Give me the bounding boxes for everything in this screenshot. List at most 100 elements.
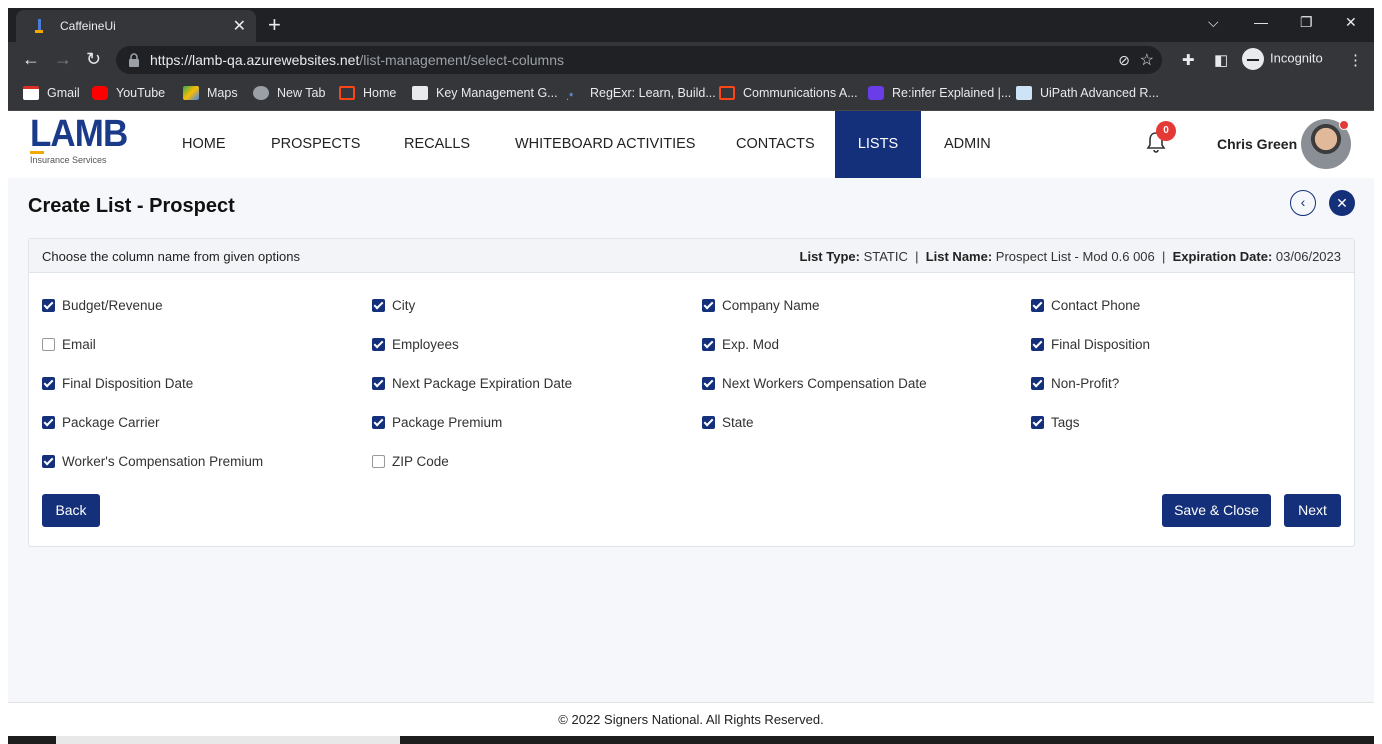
column-checkbox-label: Package Premium	[392, 415, 503, 430]
bookmark-uipath-advanced[interactable]: UiPath Advanced R...	[1016, 86, 1159, 100]
bookmark-label: YouTube	[116, 86, 166, 100]
incognito-indicator[interactable]: Incognito	[1242, 48, 1323, 70]
checkbox-checked-icon[interactable]	[372, 416, 385, 429]
column-checkbox-item[interactable]: Next Workers Compensation Date	[702, 376, 927, 391]
reload-icon[interactable]: ↻	[86, 50, 101, 68]
column-checkbox-label: Final Disposition Date	[62, 376, 194, 391]
incognito-label: Incognito	[1270, 50, 1323, 66]
reinfer-icon	[868, 86, 884, 100]
close-tab-icon[interactable]: ✕	[233, 16, 246, 36]
close-circle-button[interactable]: ✕	[1329, 190, 1355, 216]
bookmark-maps[interactable]: Maps	[183, 86, 238, 100]
url-text: https://lamb-qa.azurewebsites.net/list-m…	[150, 52, 564, 68]
avatar[interactable]	[1301, 119, 1351, 169]
save-close-button[interactable]: Save & Close	[1162, 494, 1271, 527]
column-checkbox-item[interactable]: ZIP Code	[372, 454, 449, 469]
bookmark-regexr[interactable]: .* RegExr: Learn, Build...	[566, 86, 716, 105]
eye-off-icon[interactable]: ⊘	[1118, 52, 1130, 69]
page-footer: © 2022 Signers National. All Rights Rese…	[8, 702, 1374, 736]
column-checkbox-item[interactable]: Package Premium	[372, 415, 502, 430]
checkbox-checked-icon[interactable]	[42, 455, 55, 468]
bookmark-label: Maps	[207, 86, 238, 100]
side-panel-icon[interactable]: ◧	[1214, 51, 1228, 69]
bookmark-new-tab[interactable]: New Tab	[253, 86, 325, 100]
checkbox-checked-icon[interactable]	[702, 377, 715, 390]
uipath-icon	[339, 86, 355, 100]
lamb-logo[interactable]: LAMB Insurance Services	[30, 115, 136, 165]
bookmark-label: New Tab	[277, 86, 326, 100]
checkbox-unchecked-icon[interactable]	[372, 455, 385, 468]
column-checkbox-label: State	[722, 415, 754, 430]
checkbox-checked-icon[interactable]	[42, 416, 55, 429]
column-checkbox-item[interactable]: Company Name	[702, 298, 820, 313]
column-checkbox-item[interactable]: Tags	[1031, 415, 1080, 430]
bookmark-reinfer[interactable]: Re:infer Explained |...	[868, 86, 1011, 100]
column-checkbox-item[interactable]: Contact Phone	[1031, 298, 1140, 313]
next-button[interactable]: Next	[1284, 494, 1341, 527]
checkbox-unchecked-icon[interactable]	[42, 338, 55, 351]
nav-prospects[interactable]: PROSPECTS	[248, 111, 383, 178]
user-name[interactable]: Chris Green	[1217, 136, 1297, 152]
nav-lists[interactable]: LISTS	[835, 111, 921, 178]
column-checkbox-item[interactable]: Next Package Expiration Date	[372, 376, 572, 391]
column-checkbox-item[interactable]: State	[702, 415, 754, 430]
checkbox-checked-icon[interactable]	[702, 299, 715, 312]
browser-menu-icon[interactable]: ⋮	[1348, 51, 1363, 69]
checkbox-checked-icon[interactable]	[372, 299, 385, 312]
new-tab-icon[interactable]: +	[268, 12, 281, 38]
bookmark-gmail[interactable]: Gmail	[23, 86, 80, 100]
bookmark-label: Gmail	[47, 86, 80, 100]
forward-arrow-icon[interactable]: →	[54, 50, 72, 68]
restore-icon[interactable]: ❐	[1300, 14, 1313, 31]
column-checkbox-item[interactable]: Email	[42, 337, 96, 352]
column-checkbox-item[interactable]: City	[372, 298, 415, 313]
list-name-value: Prospect List - Mod 0.6 006	[995, 249, 1155, 264]
checkbox-checked-icon[interactable]	[372, 377, 385, 390]
uipath-advanced-icon	[1016, 86, 1032, 100]
bookmark-key-management[interactable]: Key Management G...	[412, 86, 558, 100]
tab-search-icon[interactable]: ⌵	[1208, 14, 1219, 31]
column-checkbox-item[interactable]: Employees	[372, 337, 459, 352]
previous-circle-button[interactable]: ‹	[1290, 190, 1316, 216]
checkbox-checked-icon[interactable]	[1031, 338, 1044, 351]
checkbox-checked-icon[interactable]	[42, 299, 55, 312]
close-window-icon[interactable]: ✕	[1345, 14, 1357, 31]
column-checkbox-item[interactable]: Budget/Revenue	[42, 298, 163, 313]
nav-recalls[interactable]: RECALLS	[381, 111, 493, 178]
nav-admin[interactable]: ADMIN	[921, 111, 1014, 178]
minimize-icon[interactable]: —	[1254, 14, 1268, 30]
bookmark-youtube[interactable]: YouTube	[92, 86, 165, 100]
browser-tab[interactable]: CaffeineUi ✕	[16, 10, 256, 42]
list-info: List Type: STATIC | List Name: Prospect …	[799, 249, 1341, 264]
column-selection-card: Choose the column name from given option…	[28, 238, 1355, 547]
column-checkbox-item[interactable]: Final Disposition Date	[42, 376, 193, 391]
back-button[interactable]: Back	[42, 494, 100, 527]
column-checkbox-item[interactable]: Non-Profit?	[1031, 376, 1119, 391]
incognito-icon	[1242, 48, 1264, 70]
bookmark-communications[interactable]: Communications A...	[719, 86, 858, 100]
youtube-icon	[92, 86, 108, 100]
checkbox-checked-icon[interactable]	[1031, 377, 1044, 390]
nav-contacts[interactable]: CONTACTS	[713, 111, 838, 178]
address-bar[interactable]: https://lamb-qa.azurewebsites.net/list-m…	[116, 46, 1162, 74]
column-checkbox-item[interactable]: Exp. Mod	[702, 337, 779, 352]
bookmark-home[interactable]: Home	[339, 86, 396, 100]
extensions-icon[interactable]: ✚	[1182, 51, 1195, 69]
browser-window: CaffeineUi ✕ + ⌵ — ❐ ✕ ← → ↻ https://lam…	[8, 8, 1374, 744]
checkbox-checked-icon[interactable]	[372, 338, 385, 351]
checkbox-checked-icon[interactable]	[42, 377, 55, 390]
column-checkbox-label: Next Workers Compensation Date	[722, 376, 927, 391]
checkbox-checked-icon[interactable]	[702, 416, 715, 429]
column-checkbox-label: Tags	[1051, 415, 1080, 430]
nav-whiteboard-activities[interactable]: WHITEBOARD ACTIVITIES	[492, 111, 718, 178]
back-arrow-icon[interactable]: ←	[22, 50, 40, 68]
column-checkbox-label: City	[392, 298, 416, 313]
column-checkbox-item[interactable]: Package Carrier	[42, 415, 160, 430]
checkbox-checked-icon[interactable]	[702, 338, 715, 351]
column-checkbox-item[interactable]: Final Disposition	[1031, 337, 1150, 352]
checkbox-checked-icon[interactable]	[1031, 299, 1044, 312]
checkbox-checked-icon[interactable]	[1031, 416, 1044, 429]
nav-home[interactable]: HOME	[159, 111, 249, 178]
bookmark-star-icon[interactable]: ☆	[1140, 50, 1154, 70]
column-checkbox-item[interactable]: Worker's Compensation Premium	[42, 454, 263, 469]
